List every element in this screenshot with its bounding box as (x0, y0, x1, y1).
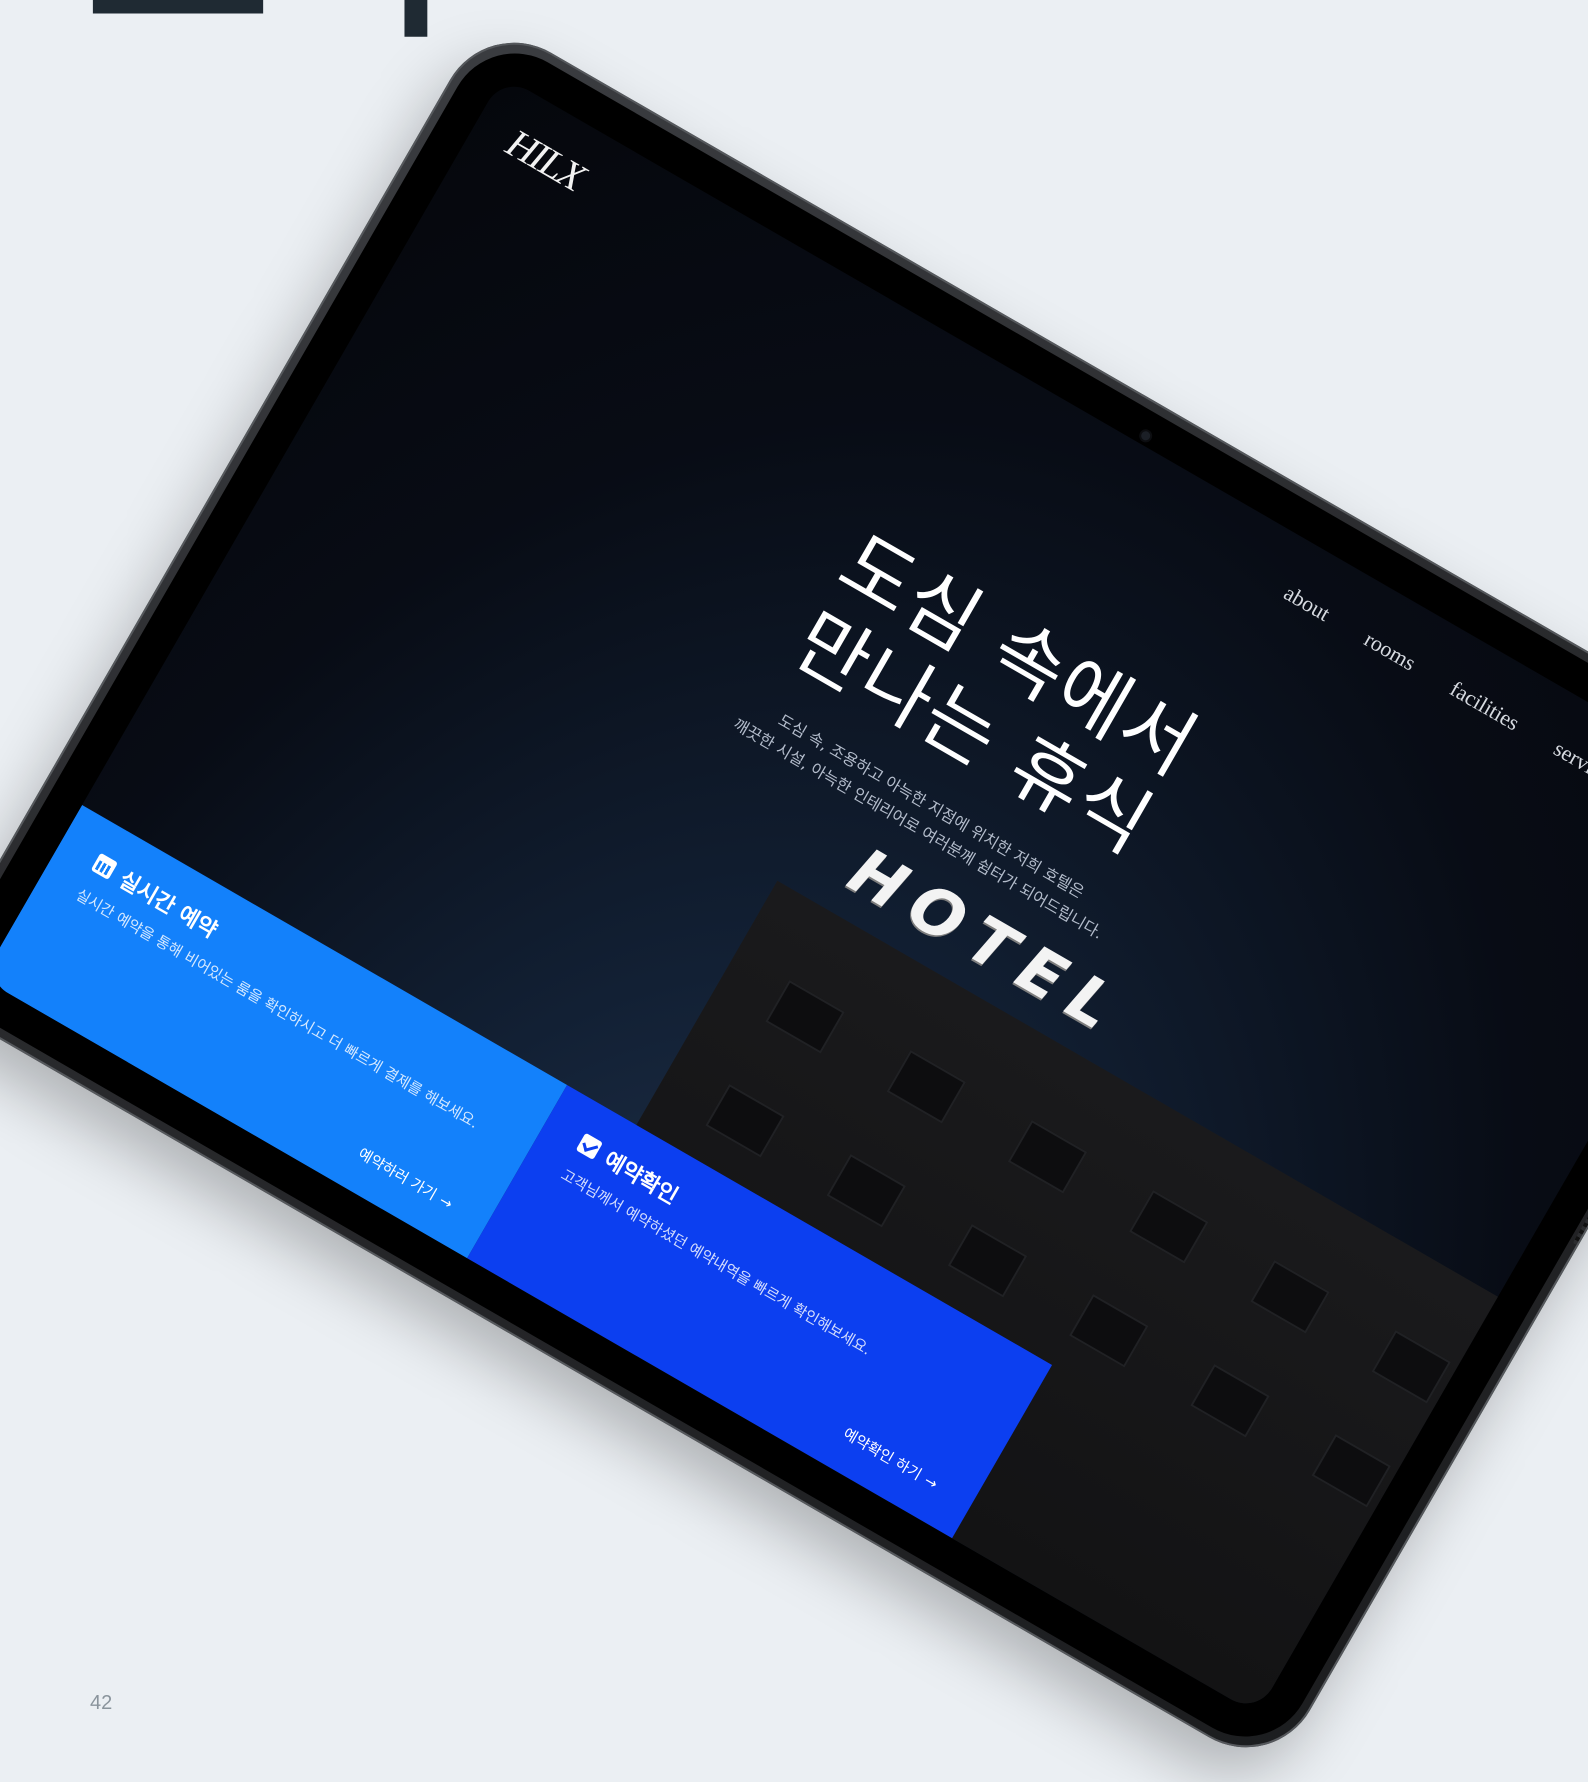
camera-icon (1139, 429, 1152, 442)
building-window (1069, 1293, 1149, 1368)
building-window (1250, 1260, 1330, 1334)
building-window (1129, 1190, 1209, 1264)
card-link-text: 예약확인 하기 (839, 1424, 925, 1484)
site-logo[interactable]: HILX (499, 119, 593, 200)
nav-item-about[interactable]: about (1279, 580, 1335, 627)
building-window (1007, 1120, 1088, 1194)
page-number: 42 (90, 1692, 113, 1714)
nav-item-rooms[interactable]: rooms (1360, 626, 1420, 676)
calendar-icon (90, 852, 119, 881)
tablet-device: HOTEL HILX about rooms facilities servic… (0, 15, 1588, 1775)
building-window (1311, 1433, 1391, 1508)
building-window (1371, 1330, 1451, 1404)
nav-item-services[interactable]: services (1549, 736, 1588, 794)
card-title: 실시간 예약 (88, 848, 520, 1116)
arrow-right-icon: → (436, 1191, 456, 1214)
building-window (826, 1153, 906, 1228)
building-window (1190, 1363, 1270, 1438)
building-window (705, 1083, 785, 1158)
arrow-right-icon: → (921, 1471, 941, 1494)
building-window (886, 1050, 966, 1124)
page-heading: 조직 (86, 0, 450, 50)
card-link-text: 예약하러 가기 (355, 1144, 440, 1204)
check-icon (575, 1132, 604, 1161)
building-window (947, 1223, 1028, 1298)
building-window (765, 980, 845, 1054)
nav-item-facilities[interactable]: facilities (1445, 676, 1524, 736)
